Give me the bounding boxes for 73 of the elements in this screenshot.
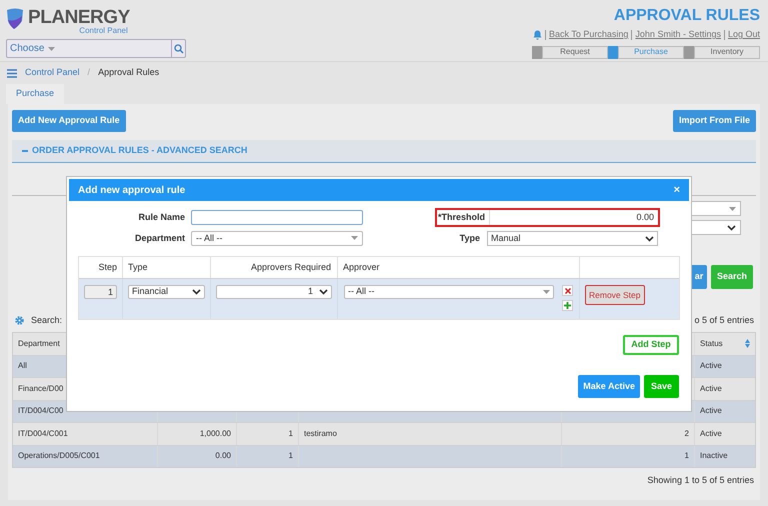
chevron-down-icon <box>192 289 201 295</box>
header-link[interactable]: John Smith - Settings <box>635 28 721 42</box>
approver-select[interactable]: -- All -- <box>344 285 554 299</box>
field-label: Rule Name <box>137 211 185 224</box>
step-number-field: 1 <box>84 285 117 299</box>
add-icon[interactable] <box>562 300 573 311</box>
chevron-down-icon <box>319 289 328 295</box>
module-tab[interactable]: Inventory <box>694 46 760 58</box>
menu-icon[interactable] <box>7 68 17 78</box>
remove-step-button[interactable]: Remove Step <box>585 285 644 305</box>
caret-icon <box>351 236 358 240</box>
table-cell: 1 <box>288 450 293 462</box>
breadcrumb-link[interactable]: Control Panel <box>25 66 80 80</box>
step-type-select[interactable]: Financial <box>128 285 205 299</box>
approvers-required-select[interactable]: 1 <box>216 285 332 299</box>
breadcrumb-current: Approval Rules <box>98 66 160 80</box>
table-cell: 2 <box>684 428 689 440</box>
search-button[interactable]: Search <box>710 265 753 289</box>
header-link[interactable]: Log Out <box>728 28 760 42</box>
table-cell: Active <box>700 360 722 372</box>
add-step-button[interactable]: Add Step <box>623 335 679 355</box>
choose-field[interactable]: Choose <box>6 39 186 58</box>
field-label: Type <box>458 232 480 245</box>
entries-info: o 5 of 5 entries <box>694 314 754 327</box>
search-label: Search: <box>31 314 62 327</box>
make-active-button[interactable]: Make Active <box>578 375 640 398</box>
bell-icon[interactable] <box>533 30 542 40</box>
table-cell: Operations/D005/C001 <box>18 450 100 462</box>
dialog-title: Add new approval rule <box>78 184 186 198</box>
table-cell: 1,000.00 <box>200 428 231 440</box>
table-cell: Active <box>700 405 722 418</box>
caret-icon <box>543 290 550 294</box>
table-cell: 1 <box>288 428 293 440</box>
close-button[interactable]: × <box>674 184 680 196</box>
settings-icon[interactable] <box>14 315 25 326</box>
advanced-search-bar[interactable]: ORDER APPROVAL RULES - ADVANCED SEARCH <box>12 140 756 163</box>
import-button[interactable]: Import From File <box>672 110 756 132</box>
table-cell: 0.00 <box>215 450 231 462</box>
add-rule-button[interactable]: Add New Approval Rule <box>12 110 126 132</box>
field-label: *Threshold <box>437 211 486 224</box>
header-link[interactable]: Back To Purchasing <box>549 28 628 42</box>
table-cell: Active <box>700 382 722 395</box>
sort-icon[interactable] <box>745 339 750 348</box>
column-header[interactable]: Status <box>695 332 755 354</box>
type-select[interactable]: Manual <box>487 231 658 246</box>
delete-icon[interactable] <box>562 285 573 296</box>
chevron-down-icon <box>645 236 654 242</box>
logo-subtitle: Control Panel <box>79 27 128 35</box>
breadcrumb-separator: / <box>88 66 90 80</box>
table-cell: 1 <box>684 450 689 462</box>
chevron-down-icon <box>727 224 736 230</box>
module-tab[interactable]: Request <box>542 46 608 58</box>
table-cell: Inactive <box>700 450 728 462</box>
table-cell: Finance/D00 <box>18 382 64 395</box>
table-cell: testiramo <box>304 428 337 440</box>
table-cell: IT/D004/C001 <box>18 428 68 440</box>
table-cell: All <box>18 360 27 372</box>
tab[interactable]: Purchase <box>6 84 64 104</box>
table-cell: Active <box>700 428 722 440</box>
module-tab[interactable]: Purchase <box>618 46 684 58</box>
caret-icon <box>48 46 56 50</box>
save-button[interactable]: Save <box>644 375 679 398</box>
page-title: APPROVAL RULES <box>614 6 760 26</box>
table-cell: IT/D004/C00 <box>18 405 64 418</box>
rule-name-field[interactable] <box>191 210 363 226</box>
filter-select[interactable] <box>691 220 741 235</box>
search-icon[interactable] <box>174 44 184 54</box>
logo-text: PLANERGY <box>28 8 130 27</box>
shield-logo-icon <box>6 8 24 30</box>
field-label: Department <box>134 232 185 245</box>
department-select[interactable]: -- All -- <box>191 230 363 246</box>
entries-info: Showing 1 to 5 of 5 entries <box>647 474 754 487</box>
caret-icon <box>729 206 736 210</box>
